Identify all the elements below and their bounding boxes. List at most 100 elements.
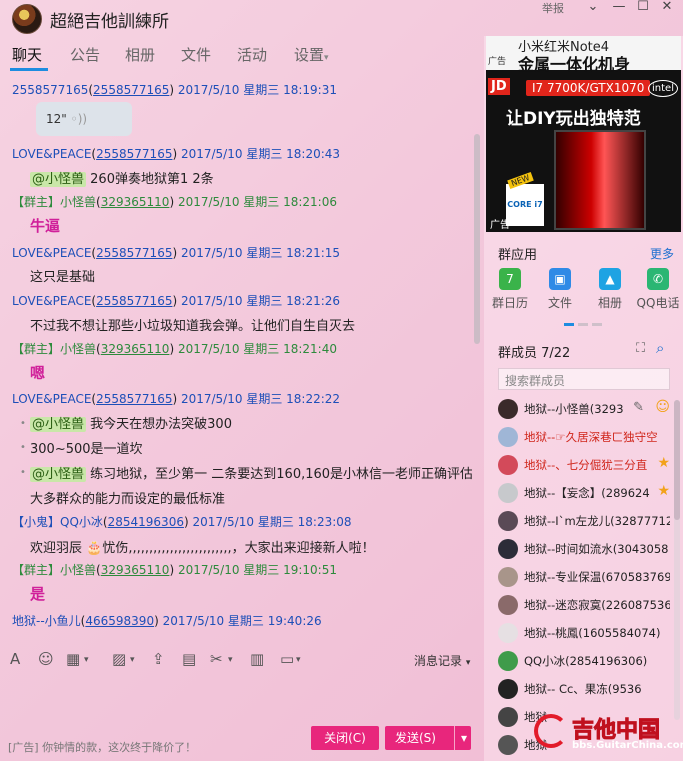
- sender-id[interactable]: 2558577165: [96, 392, 172, 406]
- chevron-down-icon[interactable]: ▾: [130, 655, 135, 665]
- member-manage-icon[interactable]: ⛶: [636, 341, 645, 356]
- sender-id[interactable]: 2558577165: [96, 294, 172, 308]
- page-dot-active[interactable]: [564, 323, 574, 326]
- screen-icon[interactable]: ▭: [280, 650, 294, 668]
- sender-name[interactable]: QQ小冰: [60, 515, 103, 529]
- tab-settings[interactable]: 设置▾: [294, 44, 329, 65]
- font-icon[interactable]: A: [10, 650, 20, 668]
- search-icon[interactable]: ⌕: [656, 339, 664, 357]
- page-dot[interactable]: [592, 323, 602, 326]
- member-item[interactable]: 地狱--专业保温(670583769): [498, 566, 670, 588]
- tab-album[interactable]: 相册: [125, 44, 155, 65]
- gift-icon[interactable]: ▤: [182, 650, 196, 668]
- tab-settings-label: 设置: [294, 46, 325, 64]
- msg-body: 260弹奏地狱第1 2条: [86, 172, 214, 187]
- app-phone[interactable]: ✆ QQ电话: [635, 268, 681, 311]
- member-item[interactable]: 地狱-- Cc、果冻(9536: [498, 678, 670, 700]
- member-item[interactable]: 地狱--【妄念】(289624 ★: [498, 482, 670, 504]
- app-calendar[interactable]: 7 群日历: [487, 268, 533, 311]
- mention[interactable]: @小怪兽: [30, 417, 87, 432]
- sender-name[interactable]: 小怪兽: [60, 195, 96, 209]
- sender-id[interactable]: 329365110: [101, 195, 170, 209]
- member-item[interactable]: 地狱--迷恋寂寞(2260875365): [498, 594, 670, 616]
- sender-name[interactable]: LOVE&PEACE: [12, 147, 91, 161]
- chat-scrollbar[interactable]: [472, 74, 482, 640]
- member-item[interactable]: QQ小冰(2854196306): [498, 650, 670, 672]
- msg-body: 我今天在想办法突破300: [86, 417, 232, 432]
- sender-name[interactable]: LOVE&PEACE: [12, 246, 91, 260]
- red-packet-icon[interactable]: ▥: [250, 650, 264, 668]
- tab-chat[interactable]: 聊天: [12, 44, 42, 65]
- msg-body: 练习地狱，至少第一 二条要达到160,160是小林信一老师正确评估: [86, 467, 472, 482]
- chevron-down-icon[interactable]: ▾: [228, 655, 233, 665]
- voice-message[interactable]: 12" ◦)): [36, 102, 132, 136]
- ad-banner[interactable]: 小米红米Note4 金属一体化机身 广告 JD I7 7700K/GTX1070…: [486, 36, 681, 232]
- close-button[interactable]: 关闭(C): [311, 726, 379, 750]
- watermark-logo: 吉他中国 bbs.GuitarChina.com: [534, 708, 683, 761]
- tab-announcement[interactable]: 公告: [70, 44, 100, 65]
- member-item[interactable]: 地狱--☞久居深巷ㄈ独守空: [498, 426, 670, 448]
- msg-time: 2017/5/10 星期三 18:21:40: [177, 342, 337, 356]
- chat-history[interactable]: 2558577165(2558577165) 2017/5/10 星期三 18:…: [0, 74, 472, 640]
- sender-name[interactable]: 2558577165: [12, 83, 88, 97]
- mention[interactable]: @小怪兽: [30, 467, 87, 482]
- avatar: [498, 679, 518, 699]
- image-icon[interactable]: ▨: [112, 650, 126, 668]
- sender-name[interactable]: LOVE&PEACE: [12, 392, 91, 406]
- chevron-down-icon[interactable]: ▾: [296, 655, 301, 665]
- msg-time: 2017/5/10 星期三 18:22:22: [180, 392, 341, 406]
- member-name: 地狱--小怪兽(3293: [524, 402, 624, 416]
- tab-files[interactable]: 文件: [181, 44, 211, 65]
- avatar: [498, 623, 518, 643]
- member-item[interactable]: 地狱--桃鳳(1605584074): [498, 622, 670, 644]
- sender-name[interactable]: 地狱--小鱼儿: [12, 614, 81, 628]
- member-item[interactable]: 地狱--小怪兽(3293 ✎ ☺: [498, 398, 670, 420]
- maximize-icon[interactable]: ☐: [632, 0, 654, 16]
- app-files[interactable]: ▣ 文件: [537, 268, 583, 311]
- send-button[interactable]: 发送(S) ▾: [385, 726, 471, 750]
- page-dot[interactable]: [578, 323, 588, 326]
- close-icon[interactable]: ✕: [656, 0, 678, 16]
- gif-icon[interactable]: ▦: [66, 650, 80, 668]
- tab-activity[interactable]: 活动: [237, 44, 267, 65]
- sender-id[interactable]: 2558577165: [96, 147, 172, 161]
- member-item[interactable]: 地狱--时间如流水(3043058: [498, 538, 670, 560]
- scrollbar-thumb[interactable]: [474, 134, 480, 344]
- sender-id[interactable]: 2558577165: [93, 83, 169, 97]
- sender-name[interactable]: 小怪兽: [60, 563, 96, 577]
- group-avatar[interactable]: [12, 4, 42, 34]
- send-options-icon[interactable]: ▾: [453, 726, 467, 750]
- sender-id[interactable]: 329365110: [101, 563, 170, 577]
- member-item[interactable]: 地狱--、七分倔犹三分直 ★: [498, 454, 670, 476]
- message-record-button[interactable]: 消息记录 ▾: [414, 652, 470, 669]
- mention[interactable]: @小怪兽: [30, 172, 87, 187]
- app-album[interactable]: ▲ 相册: [587, 268, 633, 311]
- upload-icon[interactable]: ⇪: [152, 650, 165, 668]
- scissors-icon[interactable]: ✂: [210, 650, 223, 668]
- footer-ad-link[interactable]: [广告] 你钟情的款，这次终于降价了！: [8, 739, 196, 755]
- apps-more-link[interactable]: 更多: [650, 245, 674, 262]
- report-link[interactable]: 举报: [542, 0, 564, 16]
- chevron-down-icon[interactable]: ▾: [84, 655, 89, 665]
- sender-name[interactable]: LOVE&PEACE: [12, 294, 91, 308]
- emoji-icon[interactable]: ☺: [38, 650, 54, 668]
- sender-id[interactable]: 466598390: [85, 614, 154, 628]
- collapse-icon[interactable]: ⌄: [582, 0, 604, 16]
- message-record-label: 消息记录: [414, 654, 463, 668]
- minimize-icon[interactable]: —: [608, 0, 630, 16]
- sender-name[interactable]: 小怪兽: [60, 342, 96, 356]
- msg-time: 2017/5/10 星期三 18:21:15: [180, 246, 341, 260]
- member-search-input[interactable]: 搜索群成员: [498, 368, 670, 390]
- scrollbar-thumb[interactable]: [674, 400, 680, 520]
- members-scrollbar[interactable]: [674, 400, 680, 720]
- app-label: QQ电话: [636, 296, 680, 310]
- ad-cpu-spec: I7 7700K/GTX1070: [526, 80, 651, 96]
- core-label: CORE i7: [507, 200, 543, 209]
- member-item[interactable]: 地狱--I`m左龙儿(328777126): [498, 510, 670, 532]
- edit-icon[interactable]: ✎: [633, 400, 644, 415]
- group-apps-header: 群应用: [498, 248, 538, 263]
- right-sidebar: 小米红米Note4 金属一体化机身 广告 JD I7 7700K/GTX1070…: [484, 36, 683, 761]
- sender-id[interactable]: 2854196306: [108, 515, 184, 529]
- sender-id[interactable]: 329365110: [101, 342, 170, 356]
- sender-id[interactable]: 2558577165: [96, 246, 172, 260]
